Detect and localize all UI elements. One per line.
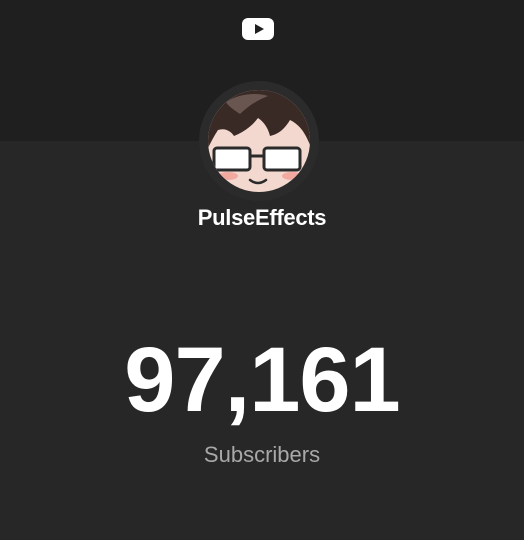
cartoon-avatar-icon [208,90,310,192]
subscriber-count: 97,161 [124,329,400,431]
subscriber-counter-page: PulseEffects 97,161 Subscribers [0,0,524,540]
youtube-logo-icon [242,18,274,40]
channel-name: PulseEffects [197,205,327,230]
subscriber-label: Subscribers [203,442,321,467]
avatar [208,90,310,192]
